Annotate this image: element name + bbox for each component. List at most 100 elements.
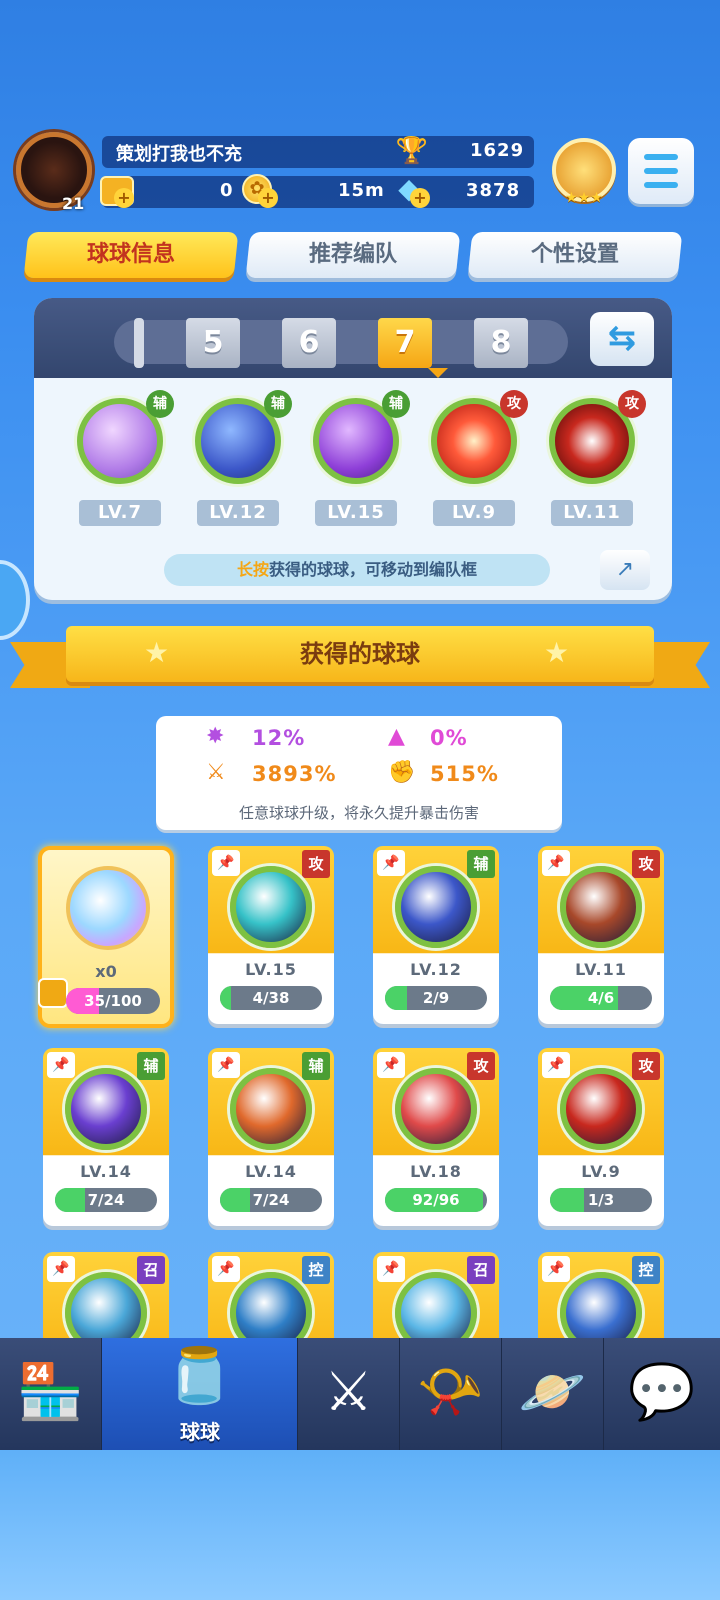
ball-card[interactable]: 📌 攻 LV.18 92/96 [373,1048,499,1226]
progress-text: 4/38 [252,989,290,1007]
pin-icon[interactable]: 📌 [47,1052,75,1078]
menu-line-icon [644,182,678,188]
swap-team-button[interactable]: ⇆ [590,312,654,366]
team-page-7[interactable]: 7 [378,318,432,368]
role-tag: 辅 [137,1052,165,1080]
power-value: 515% [430,762,499,786]
role-tag: 攻 [302,850,330,878]
pin-icon[interactable]: 📌 [542,1052,570,1078]
shop-icon: 🏪 [16,1360,85,1423]
team-page-5[interactable]: 5 [186,318,240,368]
crit-rate-value: 12% [252,726,306,750]
whistle-icon: 📯 [416,1360,485,1423]
crit-rate-icon: ✸ [206,724,225,749]
ball-card[interactable]: 📌 辅 LV.14 7/24 [208,1048,334,1226]
team-slot-2[interactable]: 辅 LV.12 [188,390,292,526]
ball-icon [395,866,477,948]
universal-shard-card[interactable]: x0 35/100 [38,846,174,1028]
team-slot-1[interactable]: 辅 LV.7 [70,390,174,526]
pin-icon[interactable]: 📌 [47,1256,75,1282]
planet-icon: 🪐 [518,1360,587,1423]
side-event-button[interactable] [0,560,30,640]
nav-shop[interactable]: 🏪 [0,1338,102,1450]
chat-heart-icon: 💬 [628,1360,696,1423]
slot-level: LV.15 [315,500,397,526]
ball-icon [65,1068,147,1150]
trophy-count: 1629 [470,140,525,161]
ball-card[interactable]: 📌 攻 LV.15 4/38 [208,846,334,1024]
tab-label: 球球信息 [86,242,175,267]
add-gem-button[interactable]: + [410,188,430,208]
pin-icon[interactable]: 📌 [377,1256,405,1282]
card-level: LV.14 [80,1162,132,1181]
power-icon: ✊ [388,760,416,785]
ticket-icon [38,978,68,1008]
ball-icon [560,1068,642,1150]
ball-card[interactable]: 📌 攻 LV.11 4/6 [538,846,664,1024]
nav-whistle[interactable]: 📯 [400,1338,502,1450]
ball-card[interactable]: 📌 辅 LV.14 7/24 [43,1048,169,1226]
nav-balls[interactable]: 🫙 球球 [102,1338,298,1450]
player-avatar[interactable]: 21 [8,124,100,220]
add-ticket-button[interactable]: + [114,188,134,208]
pin-icon[interactable]: 📌 [377,850,405,876]
role-tag: 辅 [467,850,495,878]
team-slot-3[interactable]: 辅 LV.15 [306,390,410,526]
pin-icon[interactable]: 📌 [212,850,240,876]
nav-planet[interactable]: 🪐 [502,1338,604,1450]
player-name: 策划打我也不充 [116,144,242,165]
pin-icon[interactable]: 📌 [212,1052,240,1078]
card-level: LV.18 [410,1162,462,1181]
ball-jar-icon: 🫙 [165,1344,234,1407]
tab-ball-info[interactable]: 球球信息 [23,232,239,278]
tab-recommended-team[interactable]: 推荐编队 [245,232,461,278]
menu-line-icon [644,168,678,174]
star-icon: ★ [144,636,170,669]
team-page-6[interactable]: 6 [282,318,336,368]
role-tag: 攻 [632,1052,660,1080]
team-slot-5[interactable]: 攻 LV.11 [542,390,646,526]
role-tag: 辅 [146,390,174,418]
nav-balls-label: 球球 [180,1420,220,1444]
card-progress: 7/24 [55,1188,157,1212]
progress-text: 4/6 [587,989,615,1007]
dodge-icon: ▲ [388,724,405,749]
role-tag: 攻 [500,390,528,418]
tab-personal-settings[interactable]: 个性设置 [467,232,683,278]
hint-text: 获得的球球，可移动到编队框 [269,560,478,579]
add-coin-button[interactable]: + [258,188,278,208]
slot-level: LV.7 [79,500,161,526]
ball-card[interactable]: 📌 辅 LV.12 2/9 [373,846,499,1024]
team-slot-4[interactable]: 攻 LV.9 [424,390,528,526]
menu-button[interactable] [628,138,694,204]
tab-label: 个性设置 [530,242,619,267]
bottom-background [0,1450,720,1600]
pin-icon[interactable]: 📌 [212,1256,240,1282]
slot-level: LV.9 [433,500,515,526]
crossed-swords-icon: ⚔ [324,1360,373,1423]
rank-stars-icon: ★★★ [565,190,603,206]
gem-count: 3878 [466,180,521,201]
share-button[interactable]: ↗ [600,550,650,590]
team-page-header: 5 6 7 8 ⇆ [34,298,672,378]
role-tag: 攻 [618,390,646,418]
current-page-arrow-icon [428,368,448,378]
ball-card[interactable]: 📌 攻 LV.9 1/3 [538,1048,664,1226]
role-tag: 辅 [264,390,292,418]
dodge-value: 0% [430,726,468,750]
page-scroll-edge [134,318,144,368]
pin-icon[interactable]: 📌 [377,1052,405,1078]
tab-label: 推荐编队 [308,242,397,267]
ball-icon [395,1068,477,1150]
nav-social[interactable]: 💬 [604,1338,720,1450]
pin-icon[interactable]: 📌 [542,850,570,876]
nav-battle[interactable]: ⚔ [298,1338,400,1450]
card-progress: 4/38 [220,986,322,1010]
role-tag: 攻 [467,1052,495,1080]
role-tag: 召 [467,1256,495,1284]
card-level: LV.14 [245,1162,297,1181]
pin-icon[interactable]: 📌 [542,1256,570,1282]
role-tag: 控 [632,1256,660,1284]
crit-damage-icon: ⚔ [206,760,226,785]
team-page-8[interactable]: 8 [474,318,528,368]
